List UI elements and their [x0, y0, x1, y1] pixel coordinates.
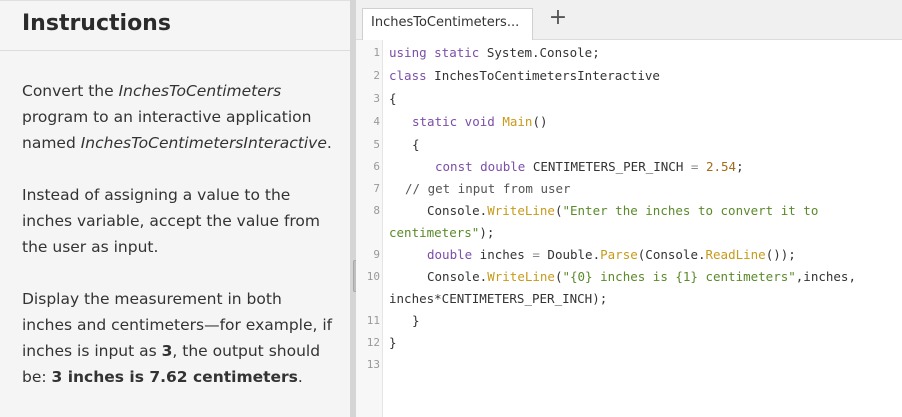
- code-line: {: [412, 137, 420, 152]
- code-comment: // get input from user: [405, 181, 571, 196]
- code-line: static void Main(): [412, 114, 548, 129]
- code-line: using static System.Console;: [389, 45, 600, 60]
- line-number: 5: [373, 138, 380, 151]
- line-number: 3: [373, 92, 380, 105]
- tab-inches-to-centimeters[interactable]: InchesToCentimeters...: [362, 8, 533, 40]
- line-number: 7: [373, 182, 380, 195]
- code-line: }: [389, 335, 397, 350]
- code-line-wrap: inches*CENTIMETERS_PER_INCH);: [389, 291, 608, 306]
- instruction-paragraph-2: Instead of assigning a value to the inch…: [22, 186, 321, 256]
- code-line: }: [412, 313, 420, 328]
- code-line: {: [389, 91, 397, 106]
- instruction-paragraph-3: Display the measurement in both inches a…: [22, 286, 336, 390]
- line-number: 8: [373, 204, 380, 217]
- add-tab-button[interactable]: +: [546, 6, 570, 30]
- application-name: InchesToCentimetersInteractive: [80, 134, 327, 152]
- text: Convert the: [22, 82, 119, 100]
- instructions-title: Instructions: [0, 1, 350, 51]
- example-output: 3 inches is 7.62 centimeters: [51, 368, 298, 386]
- code-line: Console.WriteLine("{0} inches is {1} cen…: [427, 269, 856, 284]
- line-number: 11: [366, 314, 380, 327]
- code-line: class InchesToCentimetersInteractive: [389, 68, 660, 83]
- line-number: 2: [373, 69, 380, 82]
- line-number: 10: [366, 270, 380, 283]
- code-line: double inches = Double.Parse(Console.Rea…: [427, 247, 796, 262]
- text: .: [297, 368, 303, 386]
- line-number: 13: [366, 358, 380, 371]
- line-number: 6: [373, 160, 380, 173]
- instruction-paragraph-1: Convert the InchesToCentimeters program …: [22, 78, 336, 156]
- editor-tab-bar: InchesToCentimeters... +: [356, 0, 902, 40]
- code-editor[interactable]: 1 2 3 4 5 6 7 8 9 10 11 12 13 using stat…: [356, 40, 902, 417]
- code-line: Console.WriteLine("Enter the inches to c…: [427, 203, 819, 218]
- program-name: InchesToCentimeters: [118, 82, 282, 100]
- code-line: const double CENTIMETERS_PER_INCH = 2.54…: [435, 159, 744, 174]
- code-area[interactable]: 1 2 3 4 5 6 7 8 9 10 11 12 13 using stat…: [356, 40, 902, 417]
- instructions-body: Convert the InchesToCentimeters program …: [0, 51, 350, 390]
- code-line-wrap: centimeters");: [389, 225, 495, 240]
- instructions-panel: Instructions Convert the InchesToCentime…: [0, 0, 350, 417]
- line-number: 12: [366, 336, 380, 349]
- example-input: 3: [161, 342, 173, 360]
- line-number: 4: [373, 115, 380, 128]
- line-number: 9: [373, 248, 380, 261]
- text: .: [326, 134, 332, 152]
- line-number: 1: [373, 46, 380, 59]
